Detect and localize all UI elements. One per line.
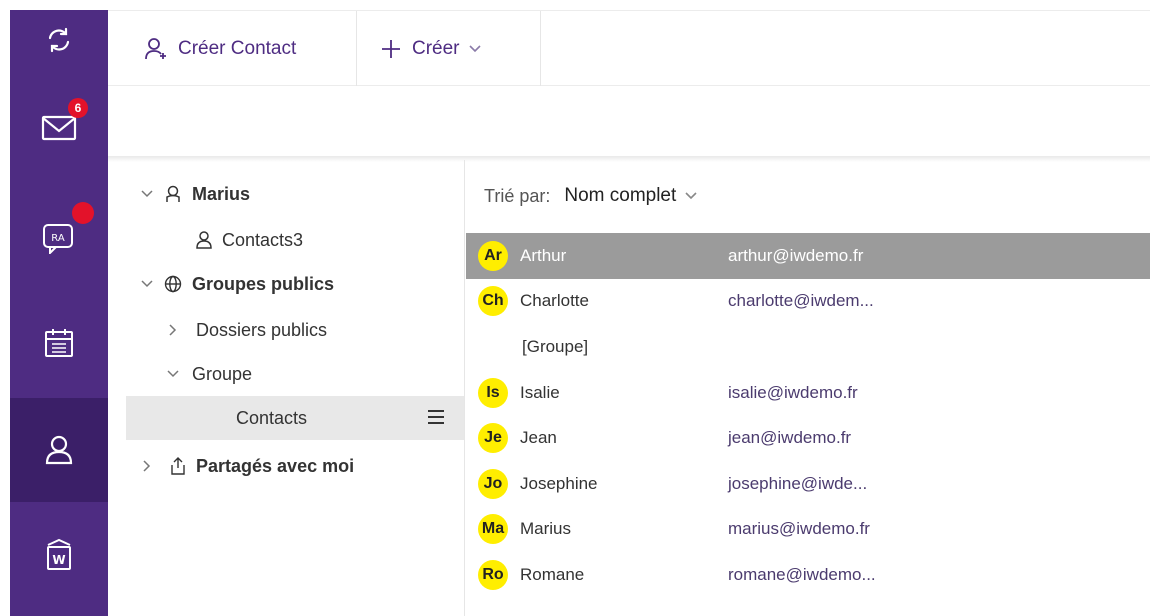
chevron-down-icon bbox=[468, 45, 481, 53]
person-icon bbox=[196, 231, 212, 249]
contact-email: jean@iwdemo.fr bbox=[728, 428, 852, 448]
sync-icon bbox=[48, 27, 70, 53]
avatar: Ro bbox=[478, 559, 508, 590]
tree-item-dossiers-publics[interactable]: Dossiers publics bbox=[126, 308, 464, 352]
chevron-down-icon bbox=[685, 192, 697, 200]
contact-row[interactable]: Ma Marius marius@iwdemo.fr bbox=[466, 507, 1150, 553]
rail-word-button[interactable]: W bbox=[10, 502, 108, 606]
rail-mail-button[interactable]: 6 bbox=[10, 80, 108, 176]
create-contact-label: Créer Contact bbox=[178, 38, 297, 59]
contact-name: Charlotte bbox=[520, 291, 589, 311]
folder-menu-icon[interactable] bbox=[428, 410, 444, 424]
toolbar-divider bbox=[356, 11, 357, 87]
top-toolbar: Créer Contact Créer bbox=[108, 10, 1150, 87]
contact-list: Ar Arthur arthur@iwdemo.fr Ch Charlotte … bbox=[466, 233, 1150, 598]
chat-notification-dot bbox=[72, 202, 94, 224]
mail-icon bbox=[41, 115, 77, 141]
chat-icon: RA bbox=[43, 224, 73, 254]
contact-row[interactable]: Ar Arthur arthur@iwdemo.fr bbox=[466, 233, 1150, 279]
contact-email: marius@iwdemo.fr bbox=[728, 519, 870, 539]
strip-shadow bbox=[108, 156, 1150, 162]
contact-name: Jean bbox=[520, 428, 557, 448]
user-root-icon bbox=[164, 185, 182, 203]
search-strip bbox=[108, 86, 1150, 160]
create-contact-button[interactable]: Créer Contact bbox=[144, 11, 296, 87]
calendar-icon bbox=[45, 329, 73, 357]
tree-label: Contacts bbox=[236, 407, 308, 428]
rail-chat-button[interactable]: RA bbox=[10, 188, 108, 288]
contact-row[interactable]: Is Isalie isalie@iwdemo.fr bbox=[466, 370, 1150, 416]
contact-row[interactable]: Ch Charlotte charlotte@iwdem... bbox=[466, 279, 1150, 325]
avatar: Jo bbox=[478, 468, 508, 499]
contact-name: [Groupe] bbox=[522, 336, 589, 356]
app-nav-rail: 6 RA W bbox=[10, 10, 108, 616]
tree-item-groupes-publics[interactable]: Groupes publics bbox=[126, 262, 464, 306]
contact-row[interactable]: Je Jean jean@iwdemo.fr bbox=[466, 415, 1150, 461]
mail-unread-badge: 6 bbox=[68, 98, 88, 118]
tree-item-marius[interactable]: Marius bbox=[126, 172, 464, 216]
contact-email: josephine@iwde... bbox=[728, 473, 868, 493]
tree-label: Partagés avec moi bbox=[196, 455, 355, 476]
sort-bar[interactable]: Trié par: Nom complet bbox=[484, 178, 698, 214]
tree-item-partages[interactable]: Partagés avec moi bbox=[126, 444, 464, 488]
contact-row[interactable]: [Groupe] bbox=[466, 324, 1150, 370]
contact-email: charlotte@iwdem... bbox=[728, 291, 874, 311]
sort-value: Nom complet bbox=[564, 185, 677, 206]
create-label: Créer bbox=[412, 38, 460, 59]
create-dropdown-button[interactable]: Créer bbox=[380, 11, 492, 87]
plus-icon bbox=[382, 40, 400, 58]
avatar: Is bbox=[478, 377, 508, 408]
tree-label: Groupes publics bbox=[192, 273, 335, 294]
word-doc-icon: W bbox=[47, 538, 71, 570]
tree-label: Contacts3 bbox=[222, 229, 304, 250]
contacts-icon bbox=[45, 435, 73, 465]
rail-contacts-button[interactable] bbox=[10, 398, 108, 502]
contact-name: Marius bbox=[520, 519, 572, 539]
avatar: Ma bbox=[478, 514, 508, 545]
chevron-right-icon bbox=[138, 460, 156, 472]
tree-item-groupe[interactable]: Groupe bbox=[126, 352, 464, 396]
contact-name: Arthur bbox=[520, 245, 567, 265]
avatar: Je bbox=[478, 423, 508, 454]
contact-row[interactable]: Jo Josephine josephine@iwde... bbox=[466, 461, 1150, 507]
chevron-down-icon bbox=[164, 370, 182, 378]
svg-text:RA: RA bbox=[51, 233, 65, 244]
sort-label: Trié par: bbox=[484, 185, 551, 206]
avatar: Ar bbox=[478, 240, 508, 271]
contact-email: isalie@iwdemo.fr bbox=[728, 382, 858, 402]
rail-calendar-button[interactable] bbox=[10, 288, 108, 398]
toolbar-divider bbox=[540, 11, 541, 87]
contact-row[interactable]: Ro Romane romane@iwdemo... bbox=[466, 552, 1150, 598]
tree-item-contacts3[interactable]: Contacts3 bbox=[126, 218, 464, 262]
tree-item-contacts[interactable]: Contacts bbox=[126, 396, 464, 440]
share-icon bbox=[170, 457, 186, 475]
chevron-down-icon bbox=[138, 190, 156, 198]
chevron-down-icon bbox=[138, 280, 156, 288]
chevron-right-icon bbox=[164, 324, 182, 336]
contact-name: Romane bbox=[520, 564, 585, 584]
contact-email: arthur@iwdemo.fr bbox=[728, 245, 864, 265]
contact-email: romane@iwdemo... bbox=[728, 564, 876, 584]
rail-sync-button[interactable] bbox=[10, 0, 108, 80]
address-book-tree: Marius Contacts3 Groupes publics Dossier… bbox=[126, 172, 464, 616]
tree-label: Marius bbox=[192, 183, 251, 204]
pane-divider bbox=[464, 160, 465, 616]
add-person-icon bbox=[145, 38, 166, 60]
tree-label: Groupe bbox=[192, 363, 253, 384]
tree-label: Dossiers publics bbox=[196, 319, 328, 340]
svg-text:W: W bbox=[52, 553, 65, 567]
globe-icon bbox=[164, 275, 182, 293]
avatar: Ch bbox=[478, 286, 508, 317]
contact-name: Josephine bbox=[520, 473, 598, 493]
contact-name: Isalie bbox=[520, 382, 560, 402]
